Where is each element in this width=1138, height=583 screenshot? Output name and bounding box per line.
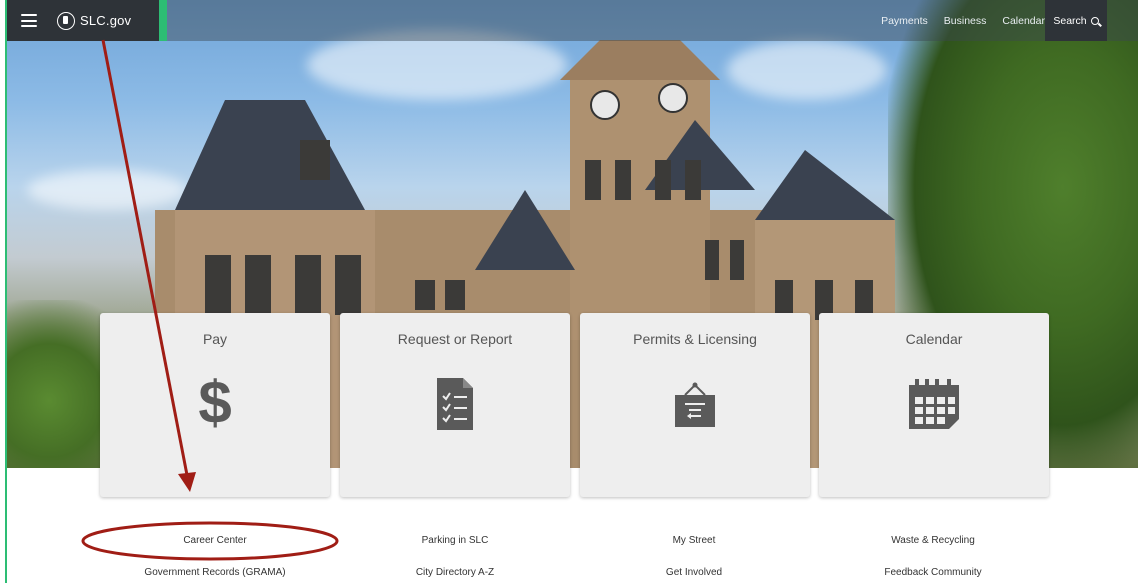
- top-nav-links: Payments Business Calendar: [865, 0, 1045, 41]
- link-career-center[interactable]: Career Center: [105, 535, 325, 546]
- card-calendar[interactable]: Calendar: [819, 313, 1049, 497]
- card-title: Request or Report: [397, 331, 513, 347]
- link-city-directory[interactable]: City Directory A-Z: [345, 567, 565, 578]
- link-feedback-community[interactable]: Feedback Community: [823, 567, 1043, 578]
- checklist-icon: [437, 378, 473, 430]
- left-accent-border: [0, 0, 7, 583]
- city-seal-icon[interactable]: [57, 11, 75, 30]
- nav-business[interactable]: Business: [944, 15, 987, 27]
- link-my-street[interactable]: My Street: [584, 535, 804, 546]
- link-parking[interactable]: Parking in SLC: [345, 535, 565, 546]
- brand-block: SLC.gov: [7, 0, 159, 41]
- calendar-icon: [909, 379, 959, 429]
- search-icon: [1090, 16, 1099, 25]
- link-government-records[interactable]: Government Records (GRAMA): [105, 567, 325, 578]
- card-pay[interactable]: Pay $: [100, 313, 330, 497]
- svg-text:$: $: [198, 373, 231, 433]
- card-request-or-report[interactable]: Request or Report: [340, 313, 570, 497]
- card-title: Pay: [202, 331, 228, 347]
- nav-payments[interactable]: Payments: [881, 15, 928, 27]
- nav-calendar[interactable]: Calendar: [1002, 15, 1045, 27]
- card-title: Calendar: [905, 331, 963, 347]
- card-permits-licensing[interactable]: Permits & Licensing: [580, 313, 810, 497]
- search-label: Search: [1053, 14, 1087, 27]
- hamburger-menu-icon[interactable]: [21, 14, 37, 27]
- link-get-involved[interactable]: Get Involved: [584, 567, 804, 578]
- site-logo-text[interactable]: SLC.gov: [80, 13, 131, 28]
- brand-accent-bar: [159, 0, 167, 41]
- dollar-icon: $: [198, 373, 231, 433]
- card-title: Permits & Licensing: [633, 331, 757, 347]
- link-waste-recycling[interactable]: Waste & Recycling: [823, 535, 1043, 546]
- permit-sign-icon: [675, 382, 715, 427]
- search-button[interactable]: Search: [1045, 0, 1107, 41]
